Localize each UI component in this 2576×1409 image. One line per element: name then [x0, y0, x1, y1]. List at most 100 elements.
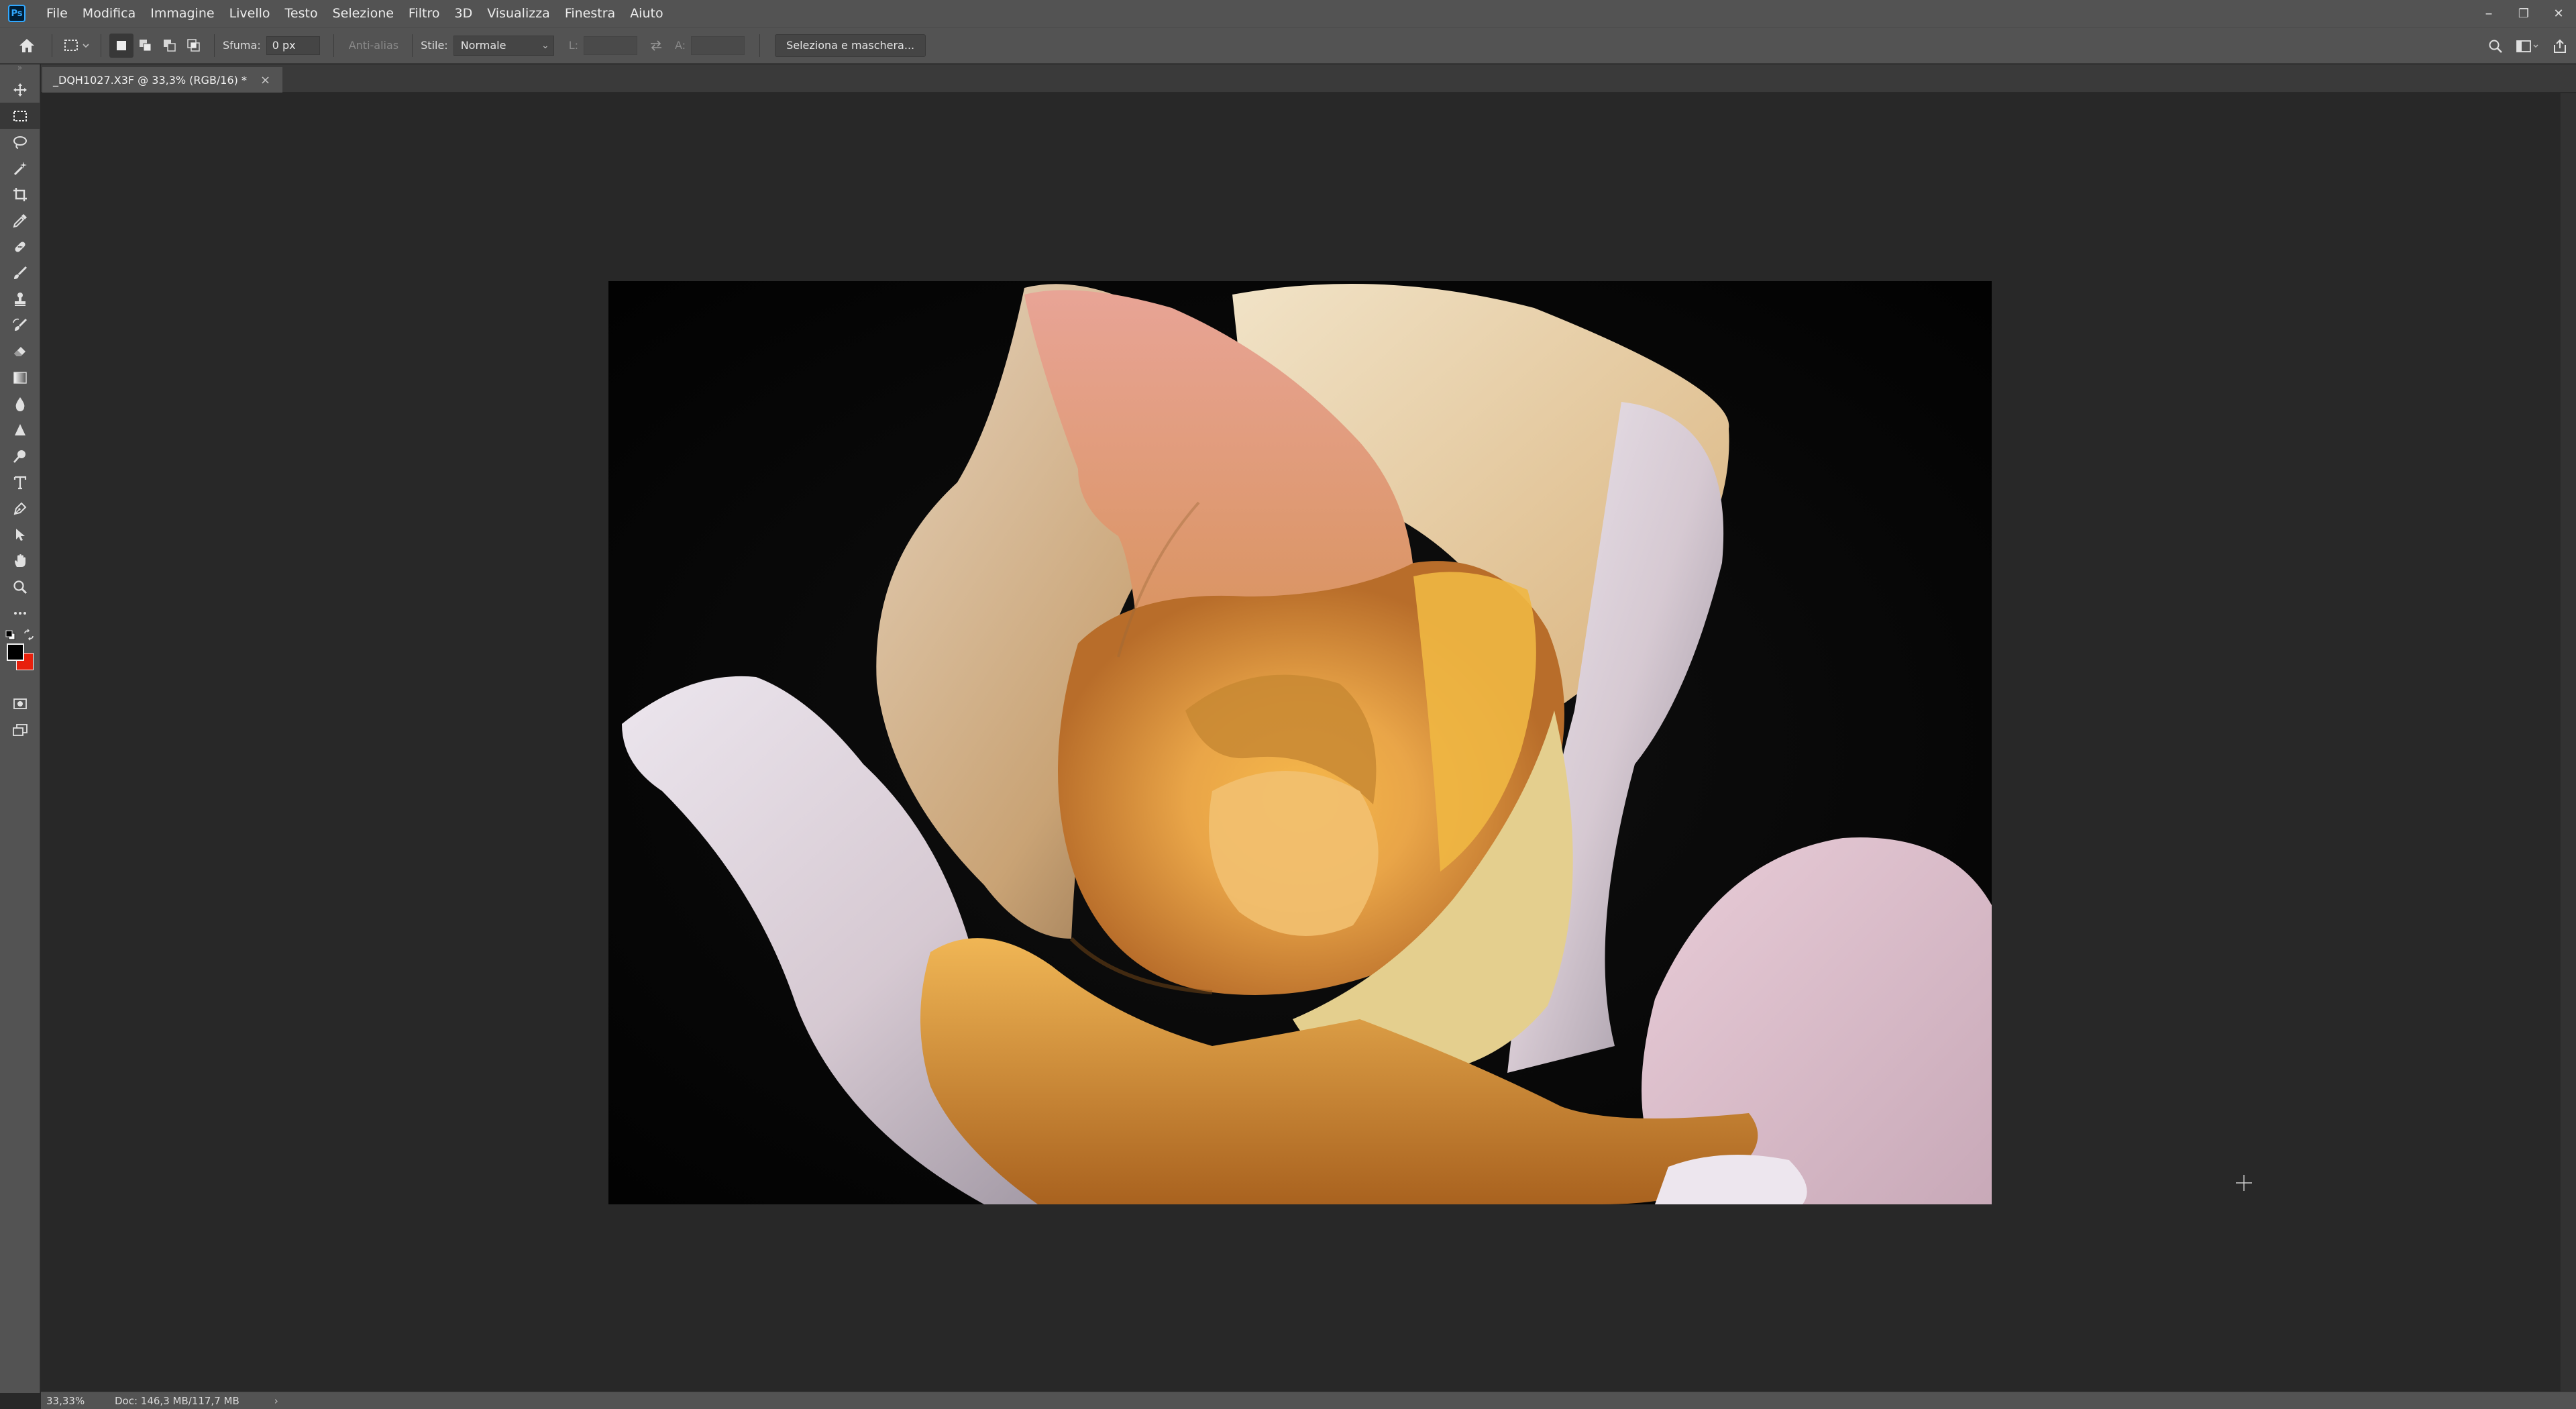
- photoshop-logo[interactable]: Ps: [8, 5, 25, 22]
- status-menu-arrow[interactable]: ›: [274, 1395, 278, 1407]
- foreground-color-swatch[interactable]: [7, 643, 24, 661]
- zoom-tool[interactable]: [0, 574, 40, 600]
- menu-filtro[interactable]: Filtro: [401, 0, 447, 27]
- intersect-selection-icon: [187, 38, 200, 52]
- menu-testo[interactable]: Testo: [278, 0, 325, 27]
- height-label: A:: [675, 39, 686, 52]
- menu-aiuto[interactable]: Aiuto: [623, 0, 670, 27]
- path-selection-tool[interactable]: [0, 521, 40, 547]
- canvas-area[interactable]: [41, 93, 2560, 1392]
- brush-icon: [14, 266, 28, 279]
- swap-colors-icon[interactable]: [23, 629, 35, 641]
- sharpen-tool[interactable]: [0, 417, 40, 443]
- width-input[interactable]: [584, 36, 638, 55]
- clone-stamp-icon: [15, 292, 25, 306]
- vertical-scrollbar[interactable]: [2560, 93, 2576, 1392]
- document-tab[interactable]: _DQH1027.X3F @ 33,3% (RGB/16) * ×: [42, 67, 283, 93]
- panel-grip[interactable]: »: [0, 64, 40, 74]
- marquee-preset-icon: [64, 39, 89, 51]
- swap-arrows-icon: [651, 40, 662, 51]
- marquee-tool[interactable]: [0, 103, 40, 129]
- clone-stamp-tool[interactable]: [0, 286, 40, 312]
- status-bar: 33,33% Doc: 146,3 MB/117,7 MB ›: [41, 1392, 2576, 1409]
- document-tab-title: _DQH1027.X3F @ 33,3% (RGB/16) *: [53, 73, 247, 87]
- crop-tool[interactable]: [0, 181, 40, 207]
- restore-button[interactable]: ❐: [2506, 0, 2541, 27]
- separator: [759, 34, 761, 57]
- close-document-icon[interactable]: ×: [260, 73, 270, 87]
- pen-icon: [13, 502, 27, 515]
- window-controls: – ❐ ✕: [2471, 0, 2576, 27]
- eyedropper-icon: [13, 213, 27, 227]
- select-and-mask-button[interactable]: Seleziona e maschera...: [775, 34, 926, 57]
- antialias-checkbox[interactable]: Anti-alias: [349, 39, 398, 52]
- brush-tool[interactable]: [0, 260, 40, 286]
- workspace-button[interactable]: [2512, 30, 2544, 62]
- gradient-tool[interactable]: [0, 364, 40, 390]
- pen-tool[interactable]: [0, 495, 40, 521]
- menu-modifica[interactable]: Modifica: [75, 0, 143, 27]
- menu-file[interactable]: File: [39, 0, 75, 27]
- sharpen-icon: [15, 423, 25, 435]
- dodge-tool[interactable]: [0, 443, 40, 469]
- type-icon: [13, 476, 27, 489]
- intersect-selection-button[interactable]: [182, 34, 206, 58]
- lasso-tool[interactable]: [0, 129, 40, 155]
- home-icon: [19, 38, 34, 52]
- style-value: Normale: [460, 38, 506, 52]
- lasso-icon: [13, 136, 27, 149]
- zoom-level[interactable]: 33,33%: [41, 1395, 87, 1407]
- style-select[interactable]: Normale ⌄: [453, 35, 554, 56]
- menu-livello[interactable]: Livello: [222, 0, 278, 27]
- move-tool[interactable]: [0, 76, 40, 103]
- home-button[interactable]: [10, 29, 44, 62]
- new-selection-button[interactable]: [109, 33, 133, 58]
- dodge-icon: [13, 450, 25, 463]
- height-input[interactable]: [691, 36, 745, 55]
- more-tools-button[interactable]: [0, 600, 40, 626]
- options-right-tools: [2479, 28, 2576, 64]
- share-icon: [2554, 39, 2566, 53]
- crosshair-cursor-icon: [2236, 1175, 2252, 1191]
- hand-tool[interactable]: [0, 547, 40, 574]
- quick-mask-icon: [13, 698, 27, 709]
- subtract-selection-button[interactable]: [158, 34, 182, 58]
- new-selection-icon: [117, 40, 126, 50]
- screen-mode-button[interactable]: [0, 717, 40, 743]
- spot-healing-icon: [15, 241, 25, 252]
- blur-tool[interactable]: [0, 390, 40, 417]
- menu-visualizza[interactable]: Visualizza: [480, 0, 557, 27]
- swap-dimensions-button[interactable]: [644, 34, 668, 58]
- add-selection-button[interactable]: [133, 34, 158, 58]
- menu-selezione[interactable]: Selezione: [325, 0, 401, 27]
- spot-healing-tool[interactable]: [0, 233, 40, 260]
- feather-input[interactable]: 0 px: [266, 36, 320, 55]
- path-selection-icon: [16, 528, 25, 541]
- add-selection-icon: [140, 39, 152, 51]
- marquee-icon: [13, 110, 27, 121]
- minimize-button[interactable]: –: [2471, 0, 2506, 27]
- magic-wand-tool[interactable]: [0, 155, 40, 181]
- search-button[interactable]: [2479, 30, 2512, 62]
- history-brush-icon: [13, 318, 28, 331]
- type-tool[interactable]: [0, 469, 40, 495]
- eyedropper-tool[interactable]: [0, 207, 40, 233]
- quick-mask-button[interactable]: [0, 690, 40, 717]
- gradient-icon: [13, 371, 27, 384]
- feather-label: Sfuma:: [223, 39, 261, 52]
- menu-immagine[interactable]: Immagine: [143, 0, 221, 27]
- document-size: Doc: 146,3 MB/117,7 MB: [115, 1394, 239, 1407]
- options-bar: Sfuma: 0 px Anti-alias Stile: Normale ⌄ …: [0, 27, 2576, 64]
- history-brush-tool[interactable]: [0, 312, 40, 338]
- eraser-tool[interactable]: [0, 338, 40, 364]
- separator: [214, 34, 215, 57]
- menu-3d[interactable]: 3D: [447, 0, 480, 27]
- magic-wand-icon: [13, 161, 27, 175]
- tool-preset-picker[interactable]: [60, 34, 93, 58]
- color-swatches: [0, 626, 40, 690]
- close-window-button[interactable]: ✕: [2541, 0, 2576, 27]
- document-image[interactable]: [608, 281, 1992, 1204]
- default-colors-icon[interactable]: [5, 630, 16, 641]
- menu-finestra[interactable]: Finestra: [557, 0, 623, 27]
- share-button[interactable]: [2544, 30, 2576, 62]
